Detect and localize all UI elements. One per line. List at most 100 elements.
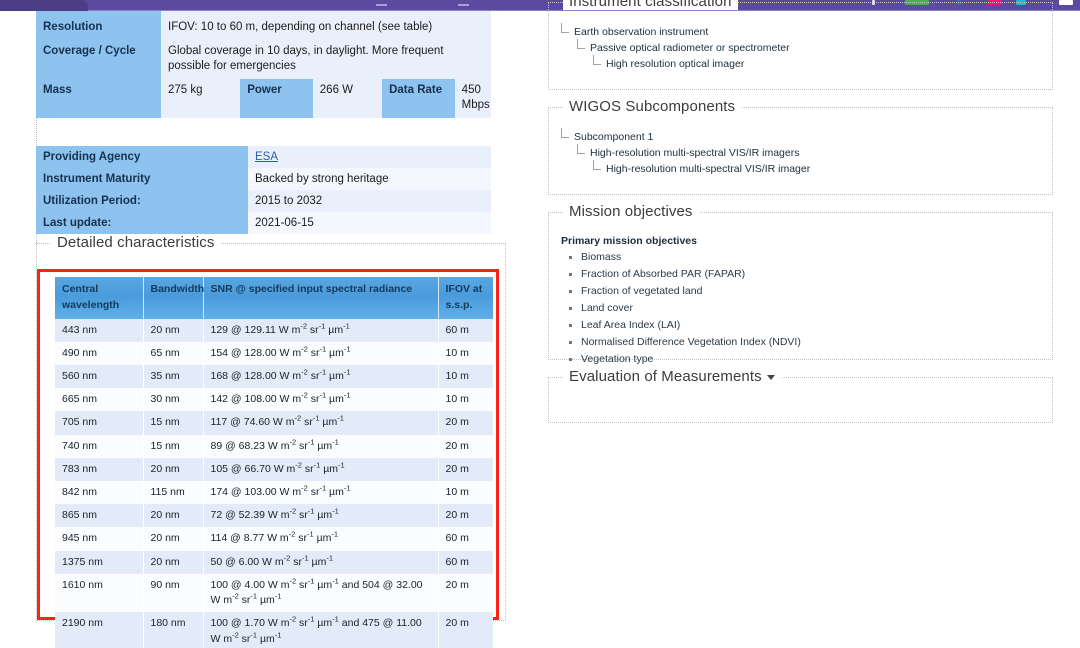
detailed-characteristics-body: 443 nm 20 nm 129 @ 129.11 W m-2 sr-1 µm-1 6… <box>55 318 493 648</box>
meta-key-instrument-maturity: Instrument Maturity <box>36 167 248 190</box>
cell-bandwidth: 20 nm <box>143 504 204 528</box>
evaluation-of-measurements-section[interactable]: Evaluation of Measurements <box>548 368 1053 423</box>
col-header-snr[interactable]: SNR @ specified input spectral radiance <box>203 277 439 319</box>
summary-key-coverage: Coverage / Cycle <box>36 39 161 79</box>
minimize-dash-2 <box>458 4 469 6</box>
wigos-node-level3[interactable]: High-resolution multi-spectral VIS/IR im… <box>593 159 1040 178</box>
mission-objective-item: Leaf Area Index (LAI) <box>581 317 1040 334</box>
table-row: Mass 275 kg Power 266 W Data Rate 450 Mb… <box>36 78 491 118</box>
meta-value-utilization-period: 2015 to 2032 <box>248 189 491 212</box>
col-header-central-wavelength[interactable]: Central wavelength <box>55 277 144 319</box>
table-row: Providing Agency ESA <box>36 145 491 168</box>
summary-key-resolution: Resolution <box>36 16 161 40</box>
cell-snr: 105 @ 66.70 W m-2 sr-1 µm-1 <box>203 457 439 482</box>
cell-ifov: 60 m <box>438 527 493 551</box>
cell-bandwidth: 15 nm <box>143 434 204 458</box>
cell-central-wavelength: 1610 nm <box>55 573 144 613</box>
table-row: 945 nm 20 nm 114 @ 8.77 W m-2 sr-1 µm-1 60 … <box>55 527 493 551</box>
cell-ifov: 10 m <box>438 341 493 365</box>
tree-node-level2[interactable]: Passive optical radiometer or spectromet… <box>577 38 1040 57</box>
left-column: Resolution IFOV: 10 to 60 m, depending o… <box>36 11 506 234</box>
table-row: Utilization Period: 2015 to 2032 <box>36 189 491 212</box>
cell-snr: 89 @ 68.23 W m-2 sr-1 µm-1 <box>203 434 439 458</box>
page-root: Resolution IFOV: 10 to 60 m, depending o… <box>0 0 1080 648</box>
summary-key-power: Power <box>240 78 313 118</box>
providing-agency-link[interactable]: ESA <box>255 151 278 163</box>
cell-ifov: 60 m <box>438 550 493 574</box>
summary-table: Resolution IFOV: 10 to 60 m, depending o… <box>36 11 491 118</box>
cell-snr: 72 @ 52.39 W m-2 sr-1 µm-1 <box>203 504 439 528</box>
meta-key-last-update: Last update: <box>36 211 248 234</box>
instrument-classification-section: Instrument classification Earth observat… <box>548 0 1053 90</box>
table-row: 865 nm 20 nm 72 @ 52.39 W m-2 sr-1 µm-1 20 … <box>55 504 493 528</box>
cell-snr: 114 @ 8.77 W m-2 sr-1 µm-1 <box>203 527 439 551</box>
table-row: 2190 nm 180 nm 100 @ 1.70 W m-2 sr-1 µm-1 … <box>55 612 493 648</box>
cell-ifov: 60 m <box>438 318 493 342</box>
meta-key-utilization-period: Utilization Period: <box>36 189 248 212</box>
detailed-characteristics-table: Central wavelength Bandwidth SNR @ speci… <box>55 277 493 648</box>
cell-bandwidth: 65 nm <box>143 341 204 365</box>
mission-objectives-section: Mission objectives Primary mission objec… <box>548 203 1053 365</box>
wigos-tree: Subcomponent 1 High-resolution multi-spe… <box>561 128 1040 178</box>
cell-snr: 117 @ 74.60 W m-2 sr-1 µm-1 <box>203 411 439 435</box>
cell-snr: 168 @ 128.00 W m-2 sr-1 µm-1 <box>203 364 439 389</box>
table-header-row: Central wavelength Bandwidth SNR @ speci… <box>55 277 493 319</box>
cell-central-wavelength: 705 nm <box>55 411 144 435</box>
mission-objective-item: Biomass <box>581 249 1040 266</box>
cell-bandwidth: 20 nm <box>143 457 204 482</box>
cell-bandwidth: 20 nm <box>143 527 204 551</box>
detailed-characteristics-section: Detailed characteristics Central wavelen… <box>36 234 506 648</box>
cell-central-wavelength: 560 nm <box>55 364 144 389</box>
table-row: 443 nm 20 nm 129 @ 129.11 W m-2 sr-1 µm-1 6… <box>55 318 493 342</box>
cell-ifov: 20 m <box>438 504 493 528</box>
cell-ifov: 20 m <box>438 411 493 435</box>
tree-node-level3[interactable]: High resolution optical imager <box>593 54 1040 73</box>
table-row: 560 nm 35 nm 168 @ 128.00 W m-2 sr-1 µm-1 1… <box>55 364 493 389</box>
cell-snr: 129 @ 129.11 W m-2 sr-1 µm-1 <box>203 318 439 342</box>
col-header-bandwidth[interactable]: Bandwidth <box>143 277 204 319</box>
table-row: Resolution IFOV: 10 to 60 m, depending o… <box>36 16 491 40</box>
summary-value-resolution: IFOV: 10 to 60 m, depending on channel (… <box>161 16 491 40</box>
cell-snr: 142 @ 108.00 W m-2 sr-1 µm-1 <box>203 388 439 412</box>
instrument-classification-legend: Instrument classification <box>563 0 738 10</box>
mission-objective-item: Vegetation type <box>581 351 1040 368</box>
cell-central-wavelength: 490 nm <box>55 341 144 365</box>
summary-key-datarate: Data Rate <box>382 78 455 118</box>
cell-ifov: 10 m <box>438 481 493 505</box>
table-row: 490 nm 65 nm 154 @ 128.00 W m-2 sr-1 µm-1 1… <box>55 341 493 365</box>
mission-objectives-list: BiomassFraction of Absorbed PAR (FAPAR)F… <box>561 249 1040 368</box>
cell-bandwidth: 30 nm <box>143 388 204 412</box>
col-header-ifov[interactable]: IFOV at s.s.p. <box>438 277 493 319</box>
table-row: Coverage / Cycle Global coverage in 10 d… <box>36 39 491 79</box>
cell-snr: 174 @ 103.00 W m-2 sr-1 µm-1 <box>203 481 439 505</box>
meta-key-providing-agency: Providing Agency <box>36 145 248 168</box>
cell-ifov: 20 m <box>438 573 493 613</box>
right-column: Instrument classification Earth observat… <box>548 0 1053 440</box>
cell-bandwidth: 90 nm <box>143 573 204 613</box>
wigos-node-level2[interactable]: High-resolution multi-spectral VIS/IR im… <box>577 143 1040 162</box>
cell-central-wavelength: 2190 nm <box>55 612 144 648</box>
cell-ifov: 20 m <box>438 434 493 458</box>
wigos-node-level1[interactable]: Subcomponent 1 <box>561 128 1040 146</box>
cell-bandwidth: 115 nm <box>143 481 204 505</box>
table-row: 1375 nm 20 nm 50 @ 6.00 W m-2 sr-1 µm-1 60 … <box>55 550 493 574</box>
chevron-down-icon[interactable] <box>766 374 775 380</box>
cell-central-wavelength: 842 nm <box>55 481 144 505</box>
cell-ifov: 20 m <box>438 457 493 482</box>
tree-node-level1[interactable]: Earth observation instrument <box>561 23 1040 41</box>
meta-value-last-update: 2021-06-15 <box>248 211 491 234</box>
meta-value-instrument-maturity: Backed by strong heritage <box>248 167 491 190</box>
table-row: 783 nm 20 nm 105 @ 66.70 W m-2 sr-1 µm-1 20… <box>55 457 493 482</box>
cell-bandwidth: 20 nm <box>143 318 204 342</box>
instrument-classification-tree: Earth observation instrument Passive opt… <box>561 23 1040 73</box>
mission-objectives-legend: Mission objectives <box>563 203 699 220</box>
table-row: 842 nm 115 nm 174 @ 103.00 W m-2 sr-1 µm-1… <box>55 481 493 505</box>
cell-central-wavelength: 945 nm <box>55 527 144 551</box>
cell-bandwidth: 20 nm <box>143 550 204 574</box>
browser-tab[interactable] <box>0 0 88 11</box>
table-row: 740 nm 15 nm 89 @ 68.23 W m-2 sr-1 µm-1 20 … <box>55 434 493 458</box>
evaluation-of-measurements-legend[interactable]: Evaluation of Measurements <box>563 368 781 385</box>
table-row: 705 nm 15 nm 117 @ 74.60 W m-2 sr-1 µm-1 20… <box>55 411 493 435</box>
detailed-characteristics-legend: Detailed characteristics <box>51 234 221 251</box>
